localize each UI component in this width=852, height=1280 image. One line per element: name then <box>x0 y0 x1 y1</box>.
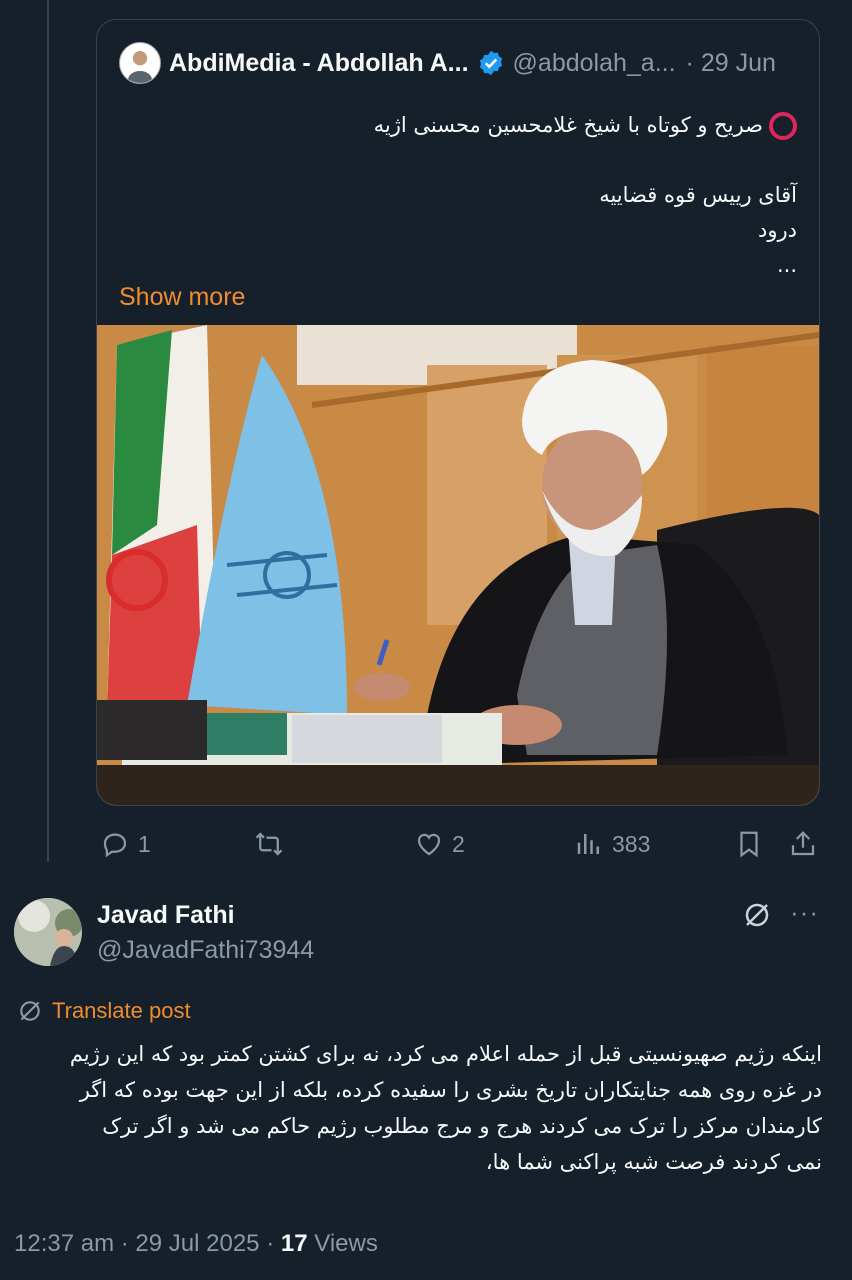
reply-author-name[interactable]: Javad Fathi <box>97 901 235 930</box>
like-icon <box>417 833 441 856</box>
photo-illustration <box>97 325 819 805</box>
quoted-line-1: صریح و کوتاه با شیخ غلامحسین محسنی اژیه <box>197 108 797 143</box>
quoted-author-name[interactable]: AbdiMedia - Abdollah A... <box>169 49 469 78</box>
meta-separator: · <box>266 1230 281 1257</box>
share-action[interactable] <box>788 829 818 859</box>
post-actions-bar: 1 2 383 <box>96 826 820 862</box>
reply-author-avatar[interactable] <box>14 898 82 966</box>
quoted-author-handle[interactable]: @abdolah_a... <box>513 49 676 78</box>
reply-count: 1 <box>138 830 151 857</box>
quoted-post-card[interactable]: AbdiMedia - Abdollah A... @abdolah_a... … <box>96 19 820 806</box>
reply-line-2: در غزه روی همه جنایتکاران تاریخ بشری را … <box>79 1078 822 1102</box>
post-time[interactable]: 12:37 am <box>14 1230 114 1257</box>
reply-action[interactable]: 1 <box>100 829 151 859</box>
grok-icon[interactable] <box>742 900 772 930</box>
quoted-line-5: ... <box>776 253 797 277</box>
share-icon <box>791 831 815 856</box>
red-circle-icon <box>769 112 797 140</box>
bookmark-icon <box>740 831 758 858</box>
thread-line <box>47 0 49 862</box>
translate-post-link[interactable]: Translate post <box>17 998 191 1024</box>
reply-author-handle[interactable]: @JavadFathi73944 <box>97 936 314 965</box>
views-number: 17 <box>280 1230 308 1257</box>
translate-icon <box>20 1001 40 1021</box>
avatar-photo <box>14 898 82 966</box>
like-action[interactable]: 2 <box>414 829 465 859</box>
quoted-line-2 <box>197 143 797 178</box>
quoted-author-avatar[interactable] <box>119 42 161 84</box>
repost-action[interactable] <box>254 829 292 859</box>
translate-post-label: Translate post <box>52 998 191 1023</box>
quoted-line-4: درود <box>758 218 797 242</box>
repost-icon <box>255 832 283 856</box>
quoted-line-3: آقای رییس قوه قضاییه <box>599 183 797 207</box>
meta-separator: · <box>120 1230 136 1257</box>
reply-line-1: اینکه رژیم صهیونسیتی قبل از حمله اعلام م… <box>69 1042 822 1066</box>
reply-line-4: نمی کردند فرصت شبه پراکنی شما ها، <box>485 1150 822 1174</box>
reply-line-3: کارمندان مرکز را ترک می کردند هرج و مرج … <box>102 1114 822 1138</box>
show-more-link[interactable]: Show more <box>119 283 245 312</box>
post-date[interactable]: 29 Jul 2025 <box>135 1230 259 1257</box>
quoted-post-text: صریح و کوتاه با شیخ غلامحسین محسنی اژیه … <box>197 108 797 283</box>
views-label: Views <box>314 1230 378 1257</box>
post-meta: 12:37 am · 29 Jul 2025 · 17 Views <box>14 1230 378 1258</box>
views-action[interactable]: 383 <box>574 829 650 859</box>
reply-icon <box>103 833 127 858</box>
like-count: 2 <box>452 830 465 857</box>
post-photo[interactable] <box>97 325 819 805</box>
views-icon <box>577 834 599 854</box>
quoted-post-date[interactable]: · 29 Jun <box>686 49 776 78</box>
verified-icon <box>479 50 502 76</box>
more-options-button[interactable]: ··· <box>790 897 819 928</box>
bookmark-action[interactable] <box>734 829 764 859</box>
quoted-post-header: AbdiMedia - Abdollah A... @abdolah_a... … <box>119 42 799 84</box>
views-count: 383 <box>612 830 651 857</box>
reply-text: اینکه رژیم صهیونسیتی قبل از حمله اعلام م… <box>16 1036 822 1180</box>
